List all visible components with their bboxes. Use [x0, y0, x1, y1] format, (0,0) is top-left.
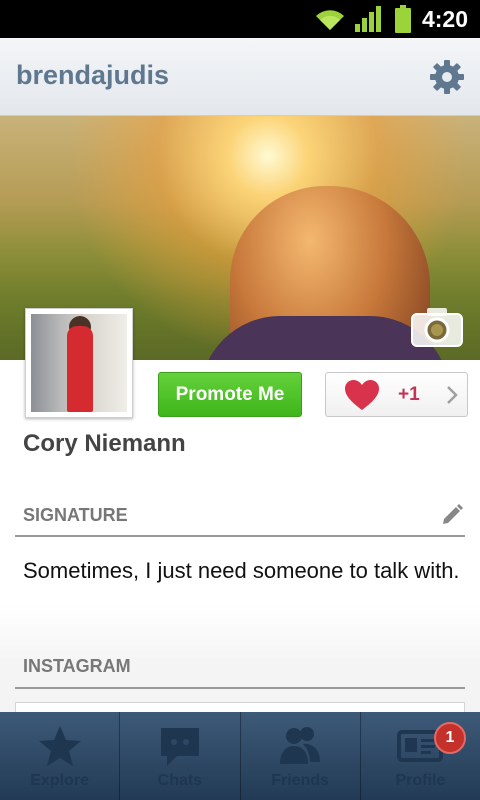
- instagram-heading: INSTAGRAM: [23, 656, 131, 676]
- notification-badge: 1: [434, 722, 466, 754]
- pencil-icon[interactable]: [440, 503, 464, 527]
- tab-label-friends: Friends: [271, 772, 330, 789]
- gear-icon[interactable]: [428, 58, 466, 96]
- app-header: brendajudis: [0, 38, 480, 116]
- signature-heading: SIGNATURE: [23, 505, 128, 525]
- avatar-subject: [67, 326, 93, 412]
- wifi-icon: [316, 10, 344, 30]
- instagram-divider: [15, 687, 465, 689]
- tab-label-explore: Explore: [30, 772, 89, 789]
- tab-explore[interactable]: Explore: [0, 712, 121, 800]
- chat-icon: [160, 728, 199, 766]
- avatar[interactable]: [25, 308, 133, 418]
- bottom-tab-bar: Explore Chats Friends Profile 1: [0, 712, 480, 800]
- avatar-photo: [31, 314, 127, 412]
- star-icon: [38, 726, 81, 766]
- signature-text: Sometimes, I just need someone to talk w…: [23, 558, 460, 583]
- chevron-right-icon: [447, 386, 458, 404]
- tab-profile[interactable]: Profile 1: [361, 712, 480, 800]
- camera-icon[interactable]: [410, 306, 464, 348]
- like-count: +1: [398, 384, 420, 405]
- tab-friends[interactable]: Friends: [241, 712, 361, 800]
- status-time: 4:20: [421, 6, 468, 32]
- profile-display-name: Cory Niemann: [23, 430, 186, 457]
- profile-username: brendajudis: [16, 60, 170, 90]
- heart-icon: [345, 380, 379, 410]
- signal-icon: [355, 6, 381, 32]
- friends-icon: [280, 727, 321, 764]
- tab-label-profile: Profile: [395, 772, 446, 789]
- battery-icon: [395, 5, 411, 33]
- promote-me-button[interactable]: Promote Me: [158, 372, 302, 417]
- signature-divider: [15, 535, 465, 537]
- status-bar: 4:20: [0, 0, 480, 38]
- tab-label-chats: Chats: [157, 772, 203, 789]
- like-button[interactable]: +1: [325, 372, 468, 417]
- tab-chats[interactable]: Chats: [120, 712, 241, 800]
